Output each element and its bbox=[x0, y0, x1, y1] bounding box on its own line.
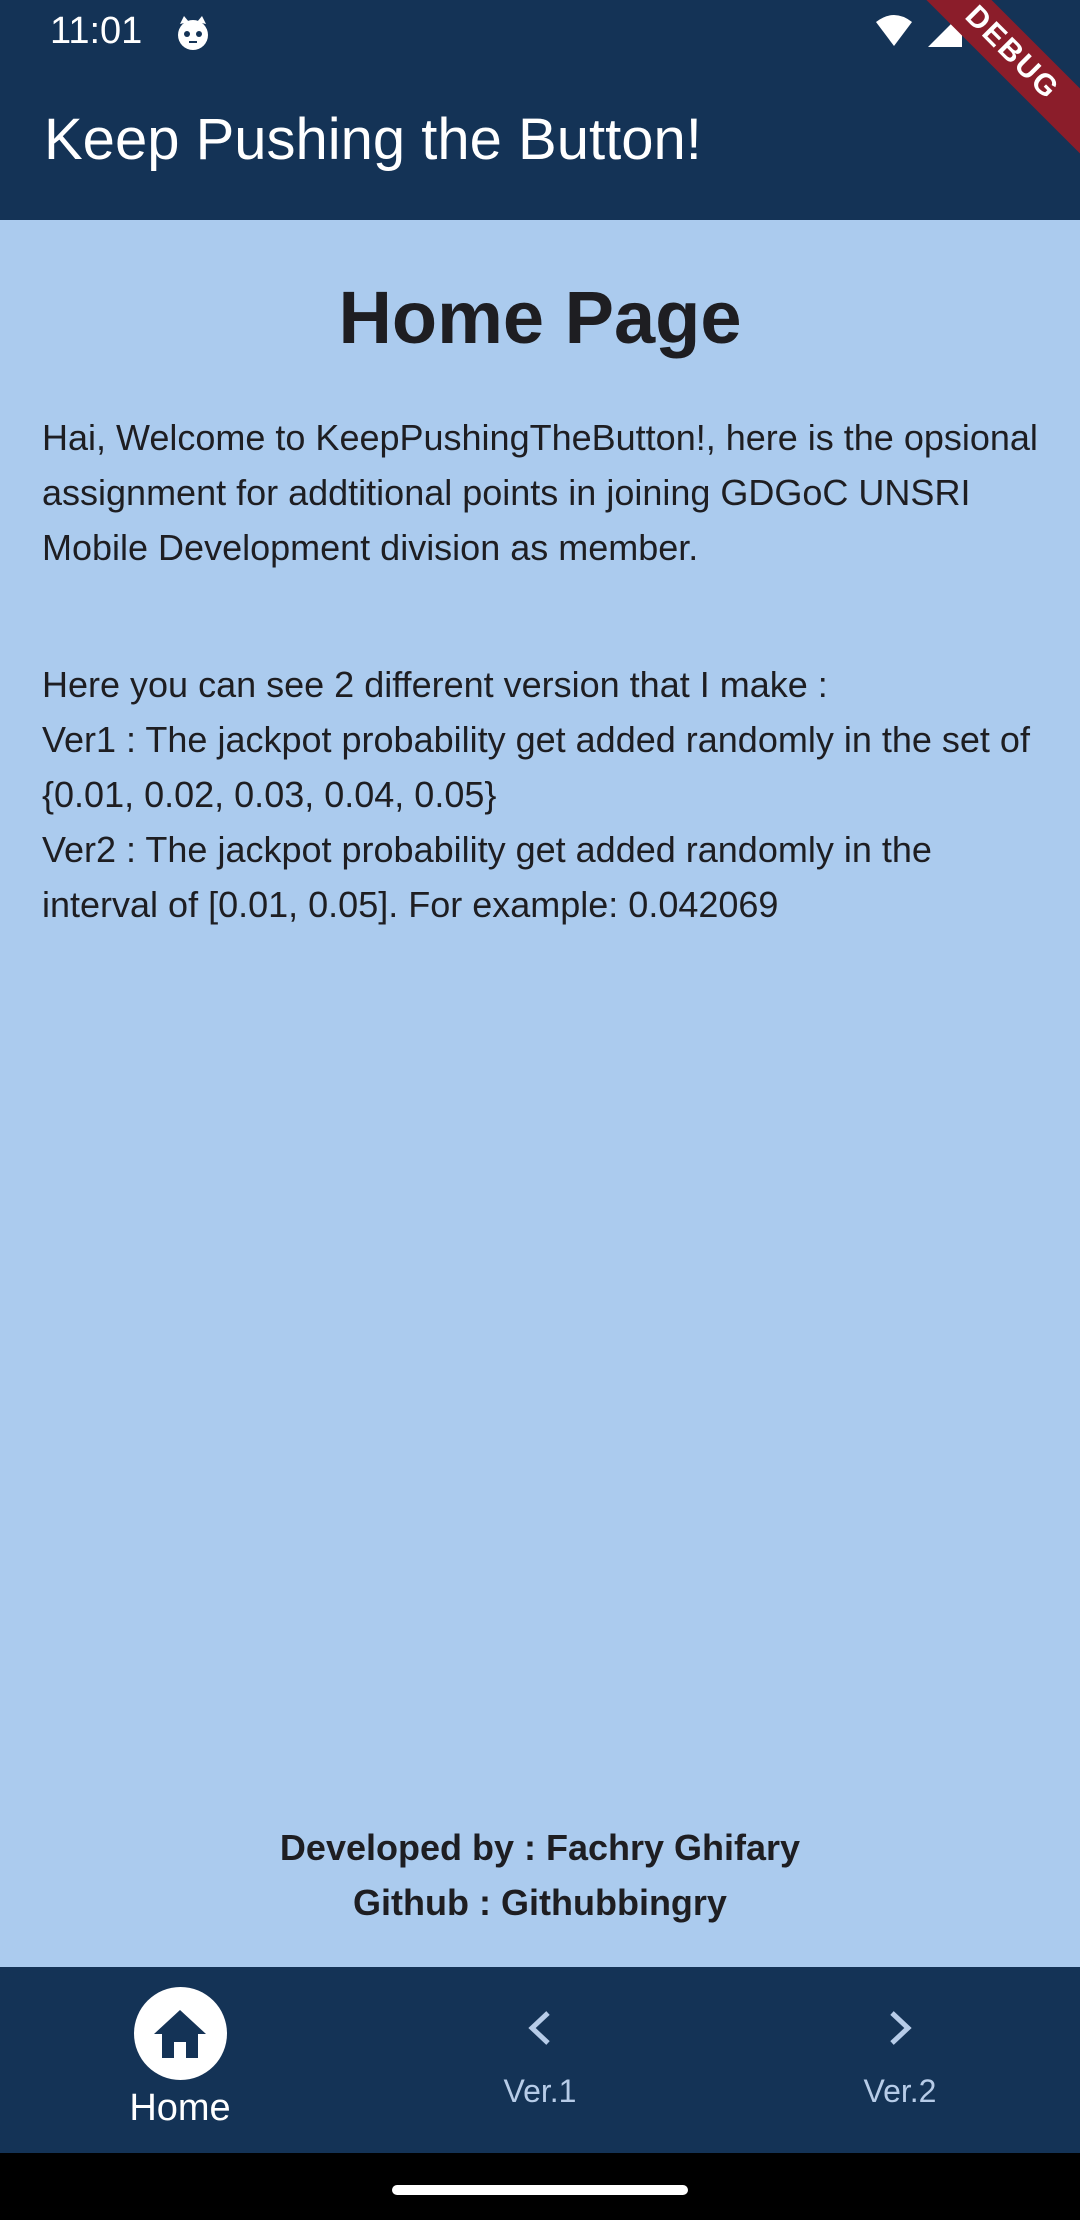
wifi-icon bbox=[876, 15, 912, 46]
status-time: 11:01 bbox=[50, 10, 143, 52]
nav-ver1-label: Ver.1 bbox=[503, 2073, 577, 2109]
cat-notification-icon bbox=[178, 16, 208, 50]
home-icon bbox=[154, 2009, 206, 2058]
status-bar: 11:01 bbox=[0, 0, 1080, 66]
versions-paragraph: Here you can see 2 different version tha… bbox=[42, 664, 1030, 925]
developer-credit: Developed by : Fachry Ghifary Github : G… bbox=[0, 1820, 1080, 1930]
nav-ver1[interactable]: Ver.1 bbox=[360, 1967, 720, 2153]
welcome-paragraph: Hai, Welcome to KeepPushingTheButton!, h… bbox=[42, 417, 1038, 568]
nav-home-label: Home bbox=[129, 2087, 231, 2129]
gesture-handle[interactable] bbox=[392, 2185, 688, 2195]
chevron-left-icon bbox=[528, 2011, 550, 2045]
app-bar: Keep Pushing the Button! bbox=[0, 66, 1080, 220]
nav-ver2-label: Ver.2 bbox=[863, 2073, 937, 2109]
nav-ver2[interactable]: Ver.2 bbox=[720, 1967, 1080, 2153]
github-handle: Github : Githubbingry bbox=[353, 1882, 727, 1923]
developer-name: Developed by : Fachry Ghifary bbox=[279, 1827, 801, 1868]
system-navigation-bar bbox=[0, 2153, 1080, 2220]
home-icon-circle bbox=[133, 1987, 227, 2080]
chevron-right-icon bbox=[890, 2011, 912, 2045]
bottom-navigation: Home Ver.1 Ver.2 bbox=[0, 1967, 1080, 2153]
app-title: Keep Pushing the Button! bbox=[44, 107, 702, 172]
nav-home[interactable]: Home bbox=[0, 1967, 360, 2153]
page-title: Home Page bbox=[338, 276, 742, 359]
main-content: Home Page Hai, Welcome to KeepPushingThe… bbox=[0, 220, 1080, 1967]
